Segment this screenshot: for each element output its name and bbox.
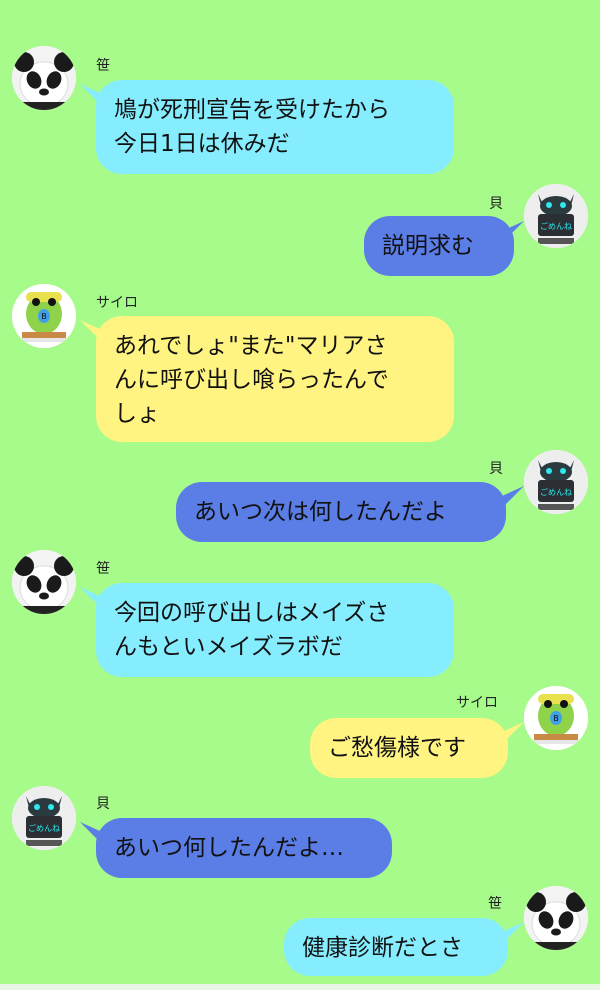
avatar-label: ごめんね (540, 221, 572, 231)
sender-name: 貝 (489, 196, 503, 212)
message-bubble[interactable]: あいつ次は何したんだよ (176, 482, 506, 542)
avatar-label: ごめんね (540, 487, 572, 497)
robot-avatar[interactable]: ごめんね (524, 184, 588, 248)
sender-name: 笹 (488, 896, 502, 912)
avatar-label: B (553, 714, 559, 723)
sender-name: サイロ (96, 295, 138, 311)
sender-name: 笹 (96, 561, 110, 577)
message-bubble[interactable]: あいつ何したんだよ… (96, 818, 392, 878)
message-bubble[interactable]: 今回の呼び出しはメイズさ んもといメイズラボだ (96, 583, 454, 677)
sender-name: 笹 (96, 58, 110, 74)
robot-avatar[interactable]: ごめんね (524, 450, 588, 514)
bottom-edge (0, 984, 600, 990)
panda-avatar[interactable] (12, 46, 76, 110)
panda-avatar[interactable] (524, 886, 588, 950)
message-bubble[interactable]: 説明求む (364, 216, 514, 276)
sender-name: サイロ (456, 695, 498, 711)
sender-name: 貝 (489, 461, 503, 477)
avatar-label: B (41, 312, 47, 321)
message-bubble[interactable]: ご愁傷様です (310, 718, 508, 778)
robot-avatar[interactable]: ごめんね (12, 786, 76, 850)
panda-avatar[interactable] (12, 550, 76, 614)
parakeet-avatar[interactable]: B (524, 686, 588, 750)
sender-name: 貝 (96, 796, 110, 812)
avatar-label: ごめんね (28, 823, 60, 833)
message-bubble[interactable]: あれでしょ"また"マリアさ んに呼び出し喰らったんで しょ (96, 316, 454, 442)
parakeet-avatar[interactable]: B (12, 284, 76, 348)
message-bubble[interactable]: 健康診断だとさ (284, 918, 508, 976)
message-bubble[interactable]: 鳩が死刑宣告を受けたから 今日1日は休みだ (96, 80, 454, 174)
